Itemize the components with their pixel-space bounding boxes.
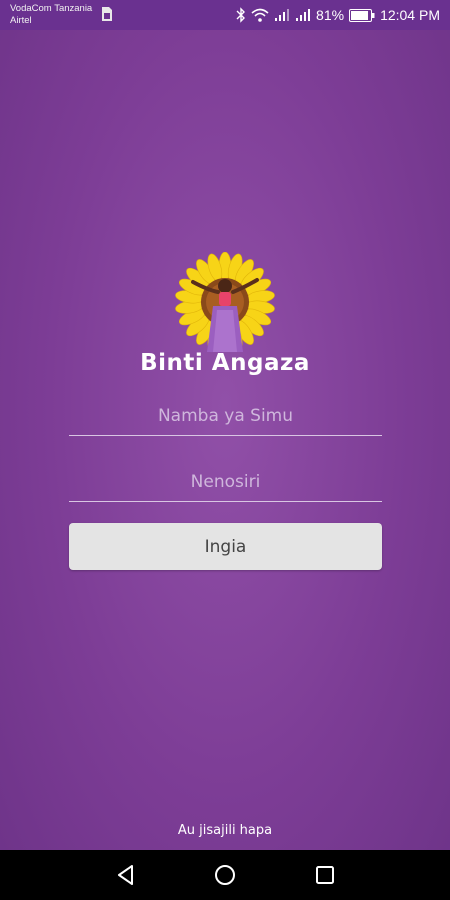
signal-icon <box>275 9 290 21</box>
sunflower-logo <box>175 252 275 352</box>
signal-icon-secondary <box>296 9 311 21</box>
navigation-bar <box>0 850 450 900</box>
battery-icon <box>349 8 375 22</box>
carrier-primary: VodaCom Tanzania <box>10 3 93 14</box>
carrier-secondary: Airtel <box>10 15 32 26</box>
status-bar: VodaCom Tanzania Airtel 81% 12:04 PM <box>0 0 450 30</box>
login-button[interactable]: Ingia <box>69 523 382 570</box>
carrier-info: VodaCom Tanzania Airtel <box>10 3 92 27</box>
battery-percentage: 81% <box>316 7 345 23</box>
back-icon[interactable] <box>113 862 139 888</box>
phone-field-container <box>69 396 382 436</box>
register-link[interactable]: Au jisajili hapa <box>0 823 450 838</box>
clock: 12:04 PM <box>380 7 440 23</box>
phone-number-input[interactable] <box>69 396 382 435</box>
wifi-icon <box>251 8 269 22</box>
password-input[interactable] <box>69 462 382 501</box>
app-title: Binti Angaza <box>140 350 310 376</box>
sim-card-icon <box>102 7 112 21</box>
recents-icon[interactable] <box>312 862 338 888</box>
home-icon[interactable] <box>212 862 238 888</box>
login-screen: VodaCom Tanzania Airtel 81% 12:04 PM Bin… <box>0 0 450 900</box>
password-field-container <box>69 462 382 502</box>
bluetooth-icon <box>236 7 246 23</box>
status-icons: 81% 12:04 PM <box>236 0 440 30</box>
